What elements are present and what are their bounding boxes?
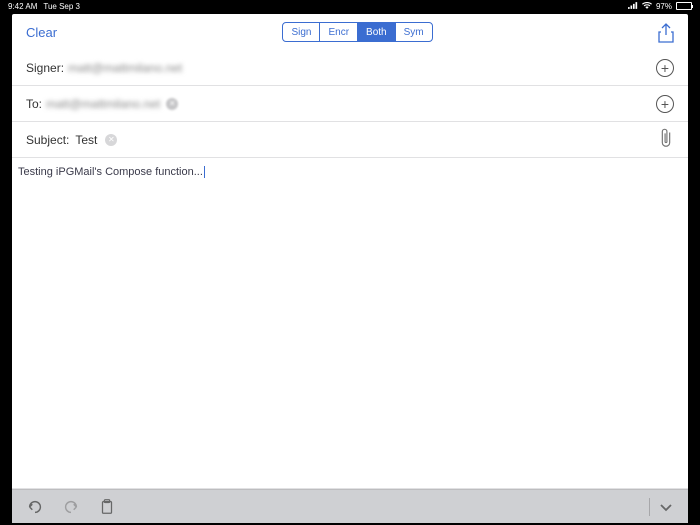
status-bar: 9:42 AM Tue Sep 3 97% — [0, 0, 700, 12]
undo-icon[interactable] — [26, 498, 44, 516]
message-body[interactable]: Testing iPGMail's Compose function... — [12, 158, 688, 489]
body-text: Testing iPGMail's Compose function... — [18, 166, 203, 178]
separator — [649, 498, 650, 516]
signal-icon — [628, 2, 638, 11]
subject-value[interactable]: Test — [75, 133, 97, 147]
keyboard-toolbar-left — [26, 498, 116, 516]
battery-pct: 97% — [656, 2, 672, 11]
segment-both[interactable]: Both — [358, 23, 396, 41]
text-cursor — [204, 166, 205, 178]
share-icon[interactable] — [658, 23, 674, 41]
attachment-icon[interactable] — [658, 127, 674, 152]
to-chip[interactable]: matt@mattmilano.net ✕ — [46, 97, 178, 111]
compose-window: Clear Sign Encr Both Sym Signer: matt@ma… — [12, 14, 688, 523]
signer-row: Signer: matt@mattmilano.net + — [12, 50, 688, 86]
status-left: 9:42 AM Tue Sep 3 — [8, 2, 80, 11]
subject-row: Subject: Test ✕ — [12, 122, 688, 158]
clear-subject-icon[interactable]: ✕ — [105, 134, 117, 146]
status-date: Tue Sep 3 — [43, 2, 80, 11]
keyboard-toolbar — [12, 489, 688, 523]
to-label: To: — [26, 97, 42, 111]
crypto-mode-segmented-control[interactable]: Sign Encr Both Sym — [282, 22, 432, 42]
add-recipient-icon[interactable]: + — [656, 95, 674, 113]
status-time: 9:42 AM — [8, 2, 37, 11]
to-value: matt@mattmilano.net — [46, 97, 160, 111]
redo-icon[interactable] — [62, 498, 80, 516]
segment-encr[interactable]: Encr — [320, 23, 358, 41]
wifi-icon — [642, 2, 652, 11]
battery-icon — [676, 2, 692, 10]
add-signer-icon[interactable]: + — [656, 59, 674, 77]
clipboard-icon[interactable] — [98, 498, 116, 516]
to-row: To: matt@mattmilano.net ✕ + — [12, 86, 688, 122]
signer-label: Signer: — [26, 61, 64, 75]
clear-button[interactable]: Clear — [26, 25, 57, 40]
signer-value[interactable]: matt@mattmilano.net — [68, 61, 656, 75]
dismiss-keyboard-button[interactable] — [649, 498, 674, 516]
status-right: 97% — [628, 2, 692, 11]
remove-recipient-icon[interactable]: ✕ — [166, 98, 178, 110]
subject-label: Subject: — [26, 133, 69, 147]
segment-sign[interactable]: Sign — [283, 23, 320, 41]
top-bar: Clear Sign Encr Both Sym — [12, 14, 688, 50]
device-frame: 9:42 AM Tue Sep 3 97% Clear Sign Encr Bo… — [0, 0, 700, 525]
segment-sym[interactable]: Sym — [396, 23, 432, 41]
